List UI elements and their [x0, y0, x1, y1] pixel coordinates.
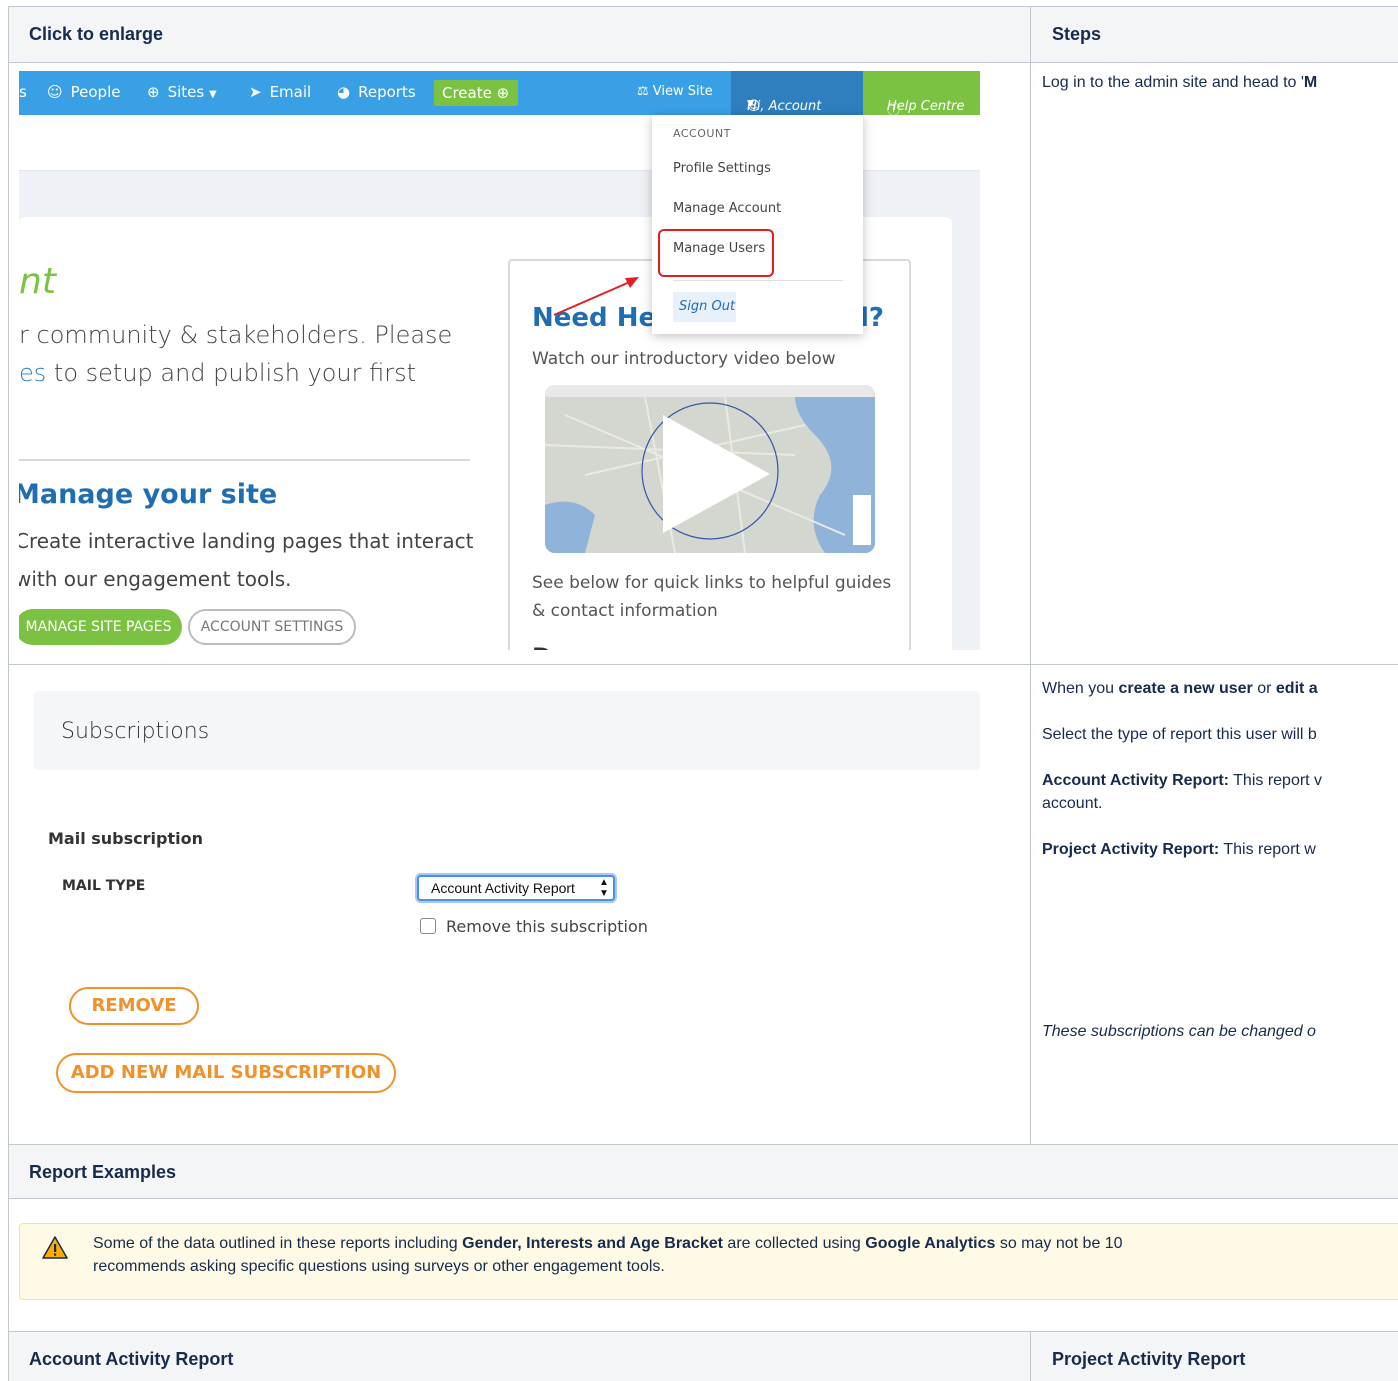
step-1-bold: M — [1303, 74, 1318, 91]
table-column-divider — [1030, 6, 1031, 1144]
header-click-to-enlarge: Click to enlarge — [29, 24, 164, 44]
warning-text-line2: recommends asking specific questions usi… — [93, 1258, 665, 1275]
step-1-plain: Log in to the admin site and head to ' — [1042, 74, 1304, 91]
step-3-text: Select the type of report this user will… — [1042, 726, 1317, 743]
warning-part-d: Google Analytics — [865, 1235, 996, 1252]
step-4-bold: Account Activity Report: — [1042, 772, 1229, 789]
header-project-activity-report: Project Activity Report — [1052, 1349, 1246, 1369]
step-5-text: Project Activity Report: This report w — [1042, 841, 1316, 859]
step-6-text: These subscriptions can be changed o — [1042, 1023, 1316, 1040]
table-border-left — [8, 6, 9, 1381]
header-report-examples: Report Examples — [29, 1162, 177, 1182]
step-2-part-b: create a new user — [1118, 680, 1253, 697]
step-5-bold: Project Activity Report: — [1042, 841, 1220, 858]
report-examples-row — [9, 1145, 1398, 1198]
mail-subscription-heading: Mail subscription — [48, 829, 203, 848]
step-4-plain: This report v — [1228, 772, 1323, 789]
table-column-divider — [1030, 1332, 1031, 1381]
header-account-activity-report: Account Activity Report — [29, 1349, 234, 1369]
remove-subscription-checkbox[interactable] — [420, 918, 436, 934]
step-2-part-a: When you — [1042, 680, 1119, 697]
warning-part-b: Gender, Interests and Age Bracket — [462, 1235, 723, 1252]
warning-text-line1: Some of the data outlined in these repor… — [93, 1235, 1123, 1253]
step-4-line2: account. — [1042, 795, 1103, 812]
remove-button[interactable]: REMOVE — [69, 987, 199, 1025]
table-divider — [8, 62, 1398, 63]
annotation-arrow-icon — [553, 277, 639, 316]
warning-part-c: are collected using — [722, 1235, 866, 1252]
subscriptions-title: Subscriptions — [61, 719, 210, 744]
step-2-part-c: or — [1252, 680, 1276, 697]
warning-icon — [42, 1236, 68, 1259]
add-new-mail-subscription-button[interactable]: ADD NEW MAIL SUBSCRIPTION — [56, 1053, 396, 1093]
mail-type-select[interactable]: Account Activity Report ▲ ▼ — [417, 875, 615, 901]
mail-type-selected-value: Account Activity Report — [431, 880, 575, 896]
admin-screenshot[interactable]: s ☺ People ⊕ Sites ▼ ➤ Email ◕ Reports Creat… — [19, 71, 980, 650]
mail-type-label: MAIL TYPE — [62, 878, 146, 894]
step-4-text: Account Activity Report: This report v — [1042, 772, 1322, 790]
table-divider — [8, 664, 1398, 665]
table-divider — [8, 1198, 1398, 1199]
step-1-text: Log in to the admin site and head to 'M — [1042, 74, 1317, 92]
warning-part-a: Some of the data outlined in these repor… — [93, 1235, 463, 1252]
remove-subscription-label: Remove this subscription — [446, 917, 648, 936]
step-2-text: When you create a new user or edit a — [1042, 680, 1318, 698]
step-5-plain: This report w — [1219, 841, 1316, 858]
header-steps: Steps — [1052, 24, 1102, 44]
table-header-row — [9, 7, 1398, 62]
subscriptions-banner: Subscriptions — [34, 691, 980, 770]
step-2-part-d: edit a — [1275, 680, 1318, 697]
select-arrows-icon: ▲ ▼ — [599, 877, 609, 899]
warning-part-e: so may not be 10 — [995, 1235, 1123, 1252]
